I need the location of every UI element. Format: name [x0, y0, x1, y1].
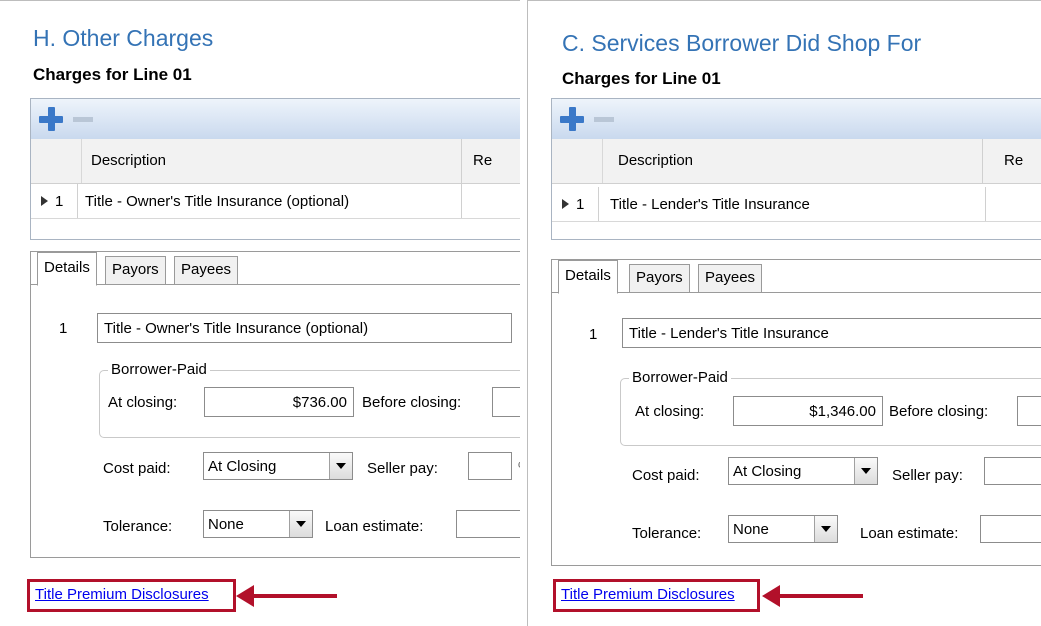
cost-paid-value: At Closing: [733, 463, 802, 480]
before-closing-field[interactable]: [1017, 396, 1041, 426]
highlight-box: [553, 579, 760, 612]
row-number: 1: [576, 196, 585, 213]
row-selector-icon: [562, 199, 569, 209]
charges-subtitle: Charges for Line 01: [562, 69, 721, 88]
red-arrow-icon: [762, 585, 863, 607]
highlight-box: [27, 579, 236, 612]
tolerance-label: Tolerance:: [103, 518, 173, 535]
column-re[interactable]: Re: [1004, 152, 1023, 169]
table-row[interactable]: 1 Title - Owner's Title Insurance (optio…: [31, 184, 520, 219]
tab-details[interactable]: Details: [37, 252, 97, 286]
tab-payees[interactable]: Payees: [698, 264, 763, 292]
left-panel: H. Other Charges Charges for Line 01 Des…: [0, 0, 520, 626]
at-closing-field[interactable]: $1,346.00: [733, 396, 883, 426]
description-field[interactable]: Title - Owner's Title Insurance (optiona…: [97, 313, 512, 343]
borrower-paid-group: Borrower-Paid At closing: $736.00 Before…: [99, 361, 520, 438]
before-closing-field[interactable]: [492, 387, 520, 417]
charges-grid: Description Re 1 Title - Lender's Title …: [551, 98, 1041, 240]
seller-pay-label: Seller pay:: [892, 467, 963, 484]
details-tab-panel: Details Payors Payees 1 Title - Owner's …: [30, 251, 520, 558]
table-row[interactable]: 1 Title - Lender's Title Insurance: [552, 187, 1041, 222]
at-closing-label: At closing:: [108, 394, 178, 411]
chevron-down-icon[interactable]: [854, 458, 877, 484]
row-description[interactable]: Title - Lender's Title Insurance: [610, 196, 810, 213]
row-description[interactable]: Title - Owner's Title Insurance (optiona…: [85, 193, 349, 210]
tolerance-select[interactable]: None: [728, 515, 838, 543]
grid-toolbar: [552, 99, 1041, 140]
add-icon[interactable]: [560, 107, 584, 131]
add-icon[interactable]: [39, 107, 63, 131]
tab-payees[interactable]: Payees: [174, 256, 239, 284]
details-tab-panel: Details Payors Payees 1 Title - Lender's…: [551, 259, 1041, 566]
before-closing-label: Before closing:: [362, 394, 462, 411]
loan-estimate-label: Loan estimate:: [325, 518, 424, 535]
tolerance-value: None: [733, 521, 769, 538]
before-closing-label: Before closing:: [889, 403, 989, 420]
chevron-down-icon[interactable]: [289, 511, 312, 537]
charges-grid: Description Re 1 Title - Owner's Title I…: [30, 98, 520, 240]
section-title: C. Services Borrower Did Shop For: [562, 30, 922, 56]
right-panel: C. Services Borrower Did Shop For Charge…: [527, 0, 1041, 626]
cost-paid-select[interactable]: At Closing: [728, 457, 878, 485]
loan-estimate-field[interactable]: [456, 510, 520, 538]
section-title: H. Other Charges: [33, 25, 214, 51]
grid-toolbar: [31, 99, 520, 140]
grid-header: Description Re: [31, 139, 520, 184]
cost-paid-select[interactable]: At Closing: [203, 452, 353, 480]
at-closing-field[interactable]: $736.00: [204, 387, 354, 417]
chevron-down-icon[interactable]: [329, 453, 352, 479]
chevron-down-icon[interactable]: [814, 516, 837, 542]
loan-estimate-field[interactable]: [980, 515, 1041, 543]
tab-payors[interactable]: Payors: [629, 264, 690, 292]
borrower-paid-group: Borrower-Paid At closing: $1,346.00 Befo…: [620, 369, 1041, 446]
row-selector-icon: [41, 196, 48, 206]
seller-pay-label: Seller pay:: [367, 460, 438, 477]
line-number: 1: [589, 326, 598, 343]
cost-paid-label: Cost paid:: [103, 460, 171, 477]
tolerance-select[interactable]: None: [203, 510, 313, 538]
borrower-paid-legend: Borrower-Paid: [629, 369, 731, 386]
column-re[interactable]: Re: [473, 152, 492, 169]
row-number: 1: [55, 193, 64, 210]
description-field[interactable]: Title - Lender's Title Insurance: [622, 318, 1041, 348]
red-arrow-icon: [236, 585, 337, 607]
borrower-paid-legend: Borrower-Paid: [108, 361, 210, 378]
cost-paid-value: At Closing: [208, 458, 277, 475]
tab-payors[interactable]: Payors: [105, 256, 166, 284]
loan-estimate-label: Loan estimate:: [860, 525, 959, 542]
grid-header: Description Re: [552, 139, 1041, 184]
cost-paid-label: Cost paid:: [632, 467, 700, 484]
remove-icon[interactable]: [73, 117, 93, 122]
remove-icon[interactable]: [594, 117, 614, 122]
seller-pay-field[interactable]: [468, 452, 512, 480]
charges-subtitle: Charges for Line 01: [33, 65, 192, 84]
tolerance-label: Tolerance:: [632, 525, 702, 542]
tab-details[interactable]: Details: [558, 260, 618, 294]
column-description[interactable]: Description: [91, 152, 166, 169]
at-closing-label: At closing:: [635, 403, 705, 420]
column-description[interactable]: Description: [618, 152, 693, 169]
line-number: 1: [59, 320, 68, 337]
seller-pay-field[interactable]: [984, 457, 1041, 485]
tolerance-value: None: [208, 516, 244, 533]
